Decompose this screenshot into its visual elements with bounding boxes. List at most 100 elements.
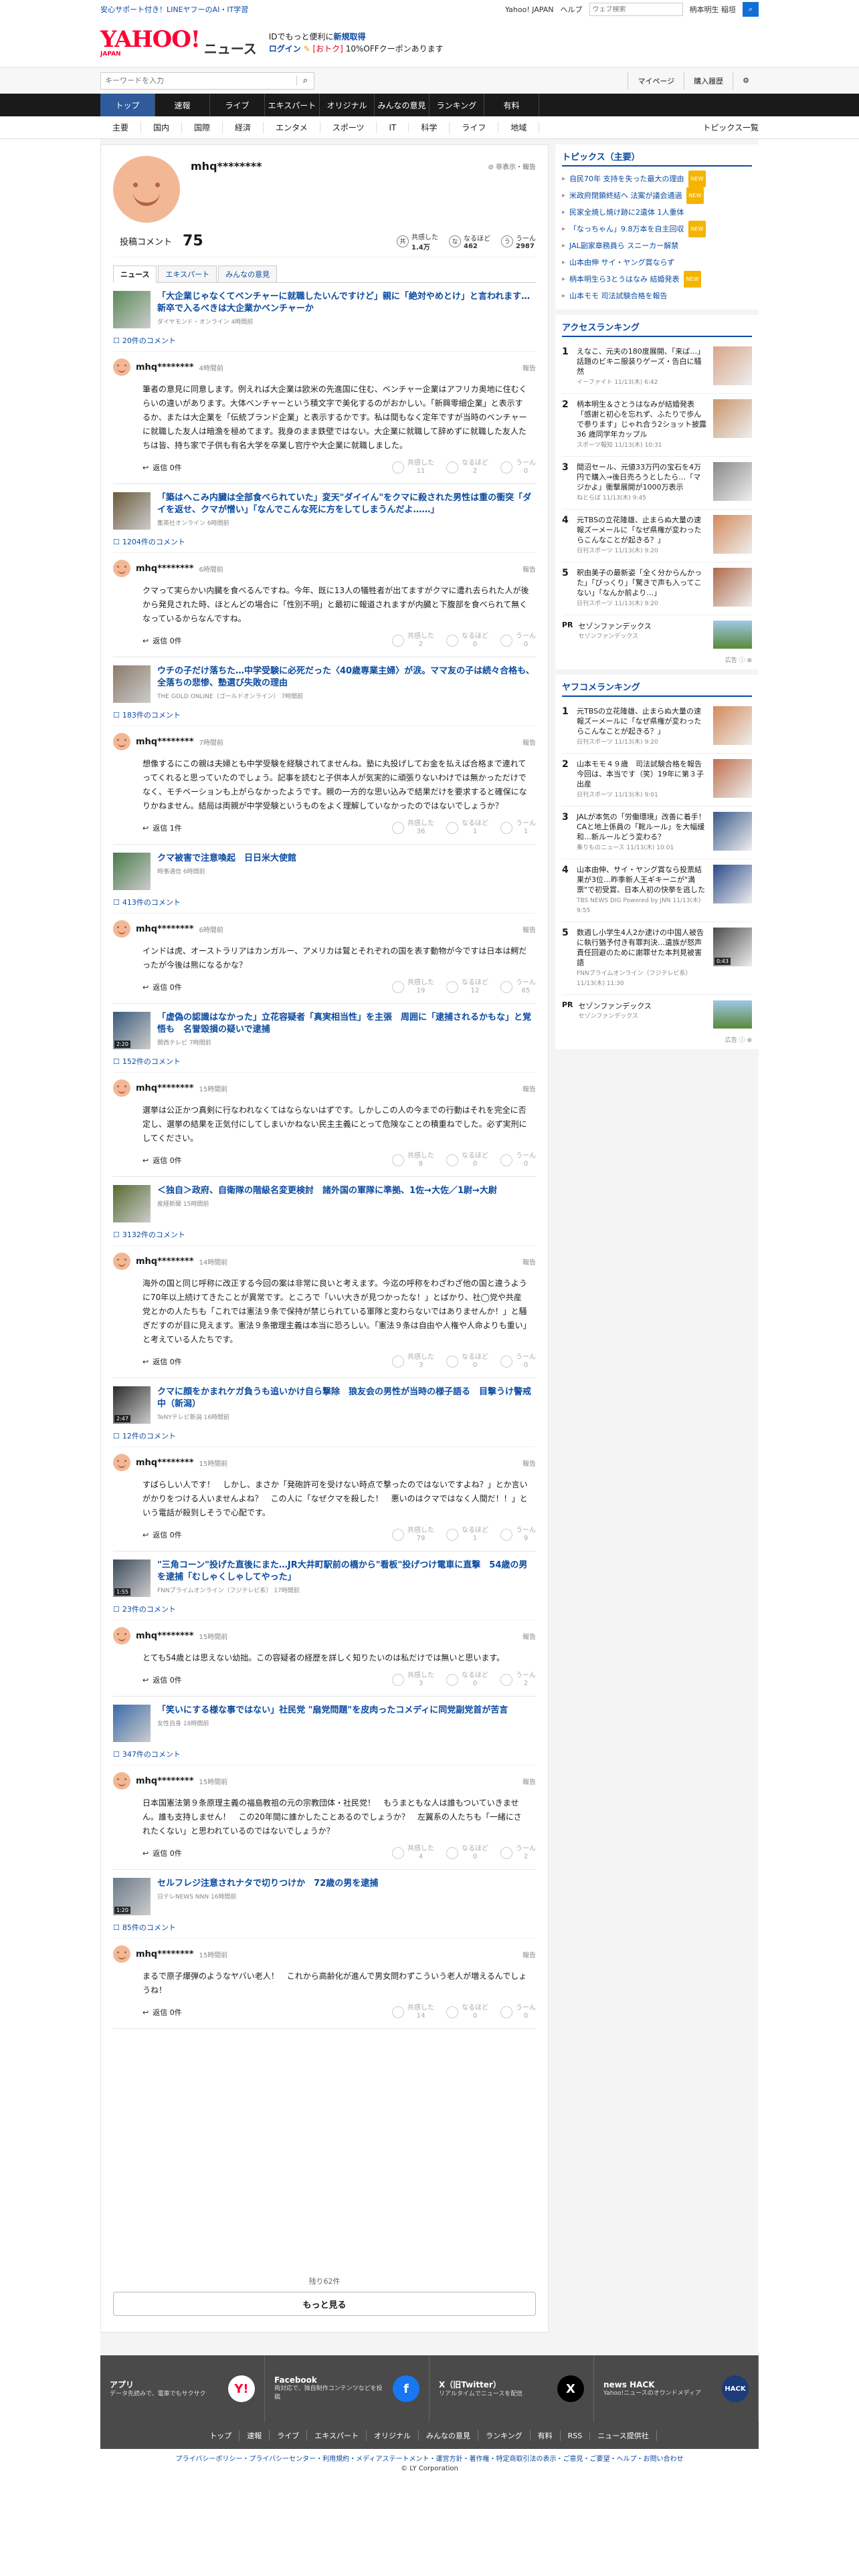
subnav-item[interactable]: 主要 xyxy=(100,122,142,133)
yahoo-japan-link[interactable]: Yahoo! JAPAN xyxy=(505,5,554,14)
article-row[interactable]: クマ被害で注意喚起 日日米大使館 時事通信 6時間前 xyxy=(113,845,536,895)
topic-link[interactable]: 「なっちゃん」9.8万本を自主回収 NEW xyxy=(562,221,752,237)
ranking-item[interactable]: 3 JALが本気の「労働環境」改善に着手！ CAと地上係員の「靴ルール」を大幅緩和… xyxy=(562,807,752,859)
article-row[interactable]: 1:20 セルフレジ注意されナタで切りつけか 72歳の男を逮捕 日テレNEWS NN… xyxy=(113,1870,536,1921)
ranking-item[interactable]: 4 山本由伸、サイ・ヤング賞なら投票結果が3位…昨季新人王ギキーニが"満票"で初受… xyxy=(562,859,752,922)
footer-nav-item[interactable]: みんなの意見 xyxy=(419,2430,478,2441)
promo-link[interactable]: 安心サポート付き！LINEヤフーのAI・IT学習 xyxy=(100,4,248,15)
report-link[interactable]: 報告 xyxy=(522,362,536,372)
ranking-item[interactable]: 5 数週し小学生4人2か逮けの中国人被告に執行猶予付き有罪判決…遺族が怒声 責任回… xyxy=(562,922,752,995)
footer-app-3[interactable]: news HACK Yahoo!ニュースのオウンドメディア HACK xyxy=(594,2355,759,2422)
subnav-item[interactable]: 国内 xyxy=(141,122,183,133)
subnav-item[interactable]: IT xyxy=(377,122,409,132)
comment-count-link[interactable]: ☐ 183件のコメント xyxy=(113,708,536,726)
footer-nav-item[interactable]: 有料 xyxy=(531,2430,561,2441)
access-ranking-heading[interactable]: アクセスランキング xyxy=(562,320,752,337)
empathy-reaction-button[interactable]: 共感した 4 xyxy=(392,1845,434,1861)
comment-user[interactable]: mhq******** xyxy=(136,1949,194,1959)
empathy-reaction-button[interactable]: 共感した 8 xyxy=(392,1152,434,1168)
empathy-reaction-button[interactable]: 共感した 14 xyxy=(392,2004,434,2020)
uun-reaction-button[interactable]: うーん 0 xyxy=(500,633,536,649)
empathy-reaction-button[interactable]: 共感した 79 xyxy=(392,1527,434,1543)
hide-report-link[interactable]: ⊘ 非表示・報告 xyxy=(488,161,536,171)
article-title[interactable]: 「笑いにする様な事ではない」社民党 "扇党問題"を皮肉ったコメディに同党副党首が… xyxy=(157,1705,508,1717)
ranking-item[interactable]: 4 元TBSの立花隆雄、止まらぬ大量の速報ズーメールに「なぜ県権が変わったらこんな… xyxy=(562,510,752,562)
topic-link[interactable]: 柄本明生ら3とうはなみ 結婚発表NEW xyxy=(562,271,752,288)
article-title[interactable]: セルフレジ注意されナタで切りつけか 72歳の男を逮捕 xyxy=(157,1878,378,1890)
report-link[interactable]: 報告 xyxy=(522,1631,536,1641)
reply-button[interactable]: ↩ 返信 0件 xyxy=(142,1675,182,1685)
footer-nav-item[interactable]: ランキング xyxy=(478,2430,531,2441)
uun-reaction-button[interactable]: うーん 0 xyxy=(500,2004,536,2020)
uun-reaction-button[interactable]: うーん 1 xyxy=(500,820,536,836)
ranking-item[interactable]: 1 えなこ、元夫の180度展開、「来ば…」話題のビキニ服装りゲーズ・告白に騒然 イー… xyxy=(562,341,752,394)
search-icon[interactable]: ⌕ xyxy=(743,2,759,17)
footer-nav-item[interactable]: ライブ xyxy=(270,2430,308,2441)
ranking-item[interactable]: 1 元TBSの立花隆雄、止まらぬ大量の速報ズーメールに「なぜ県権が変わったらこんな… xyxy=(562,701,752,754)
empathy-reaction-button[interactable]: 共感した 3 xyxy=(392,1672,434,1688)
load-more-button[interactable]: もっと見る xyxy=(113,2292,536,2316)
ranking-item[interactable]: 3 間沼セール、元値33万円の宝石を4万円で購入→後日売ろうとしたら…「マジかよ」… xyxy=(562,457,752,510)
subnav-item[interactable]: 科学 xyxy=(409,122,450,133)
article-row[interactable]: 1:55 "三角コーン"投げた直後にまた…JR大井町駅前の橋から"看板"投げつけ電… xyxy=(113,1551,536,1602)
article-row[interactable]: 2:20 「虚偽の認識はなかった」立花容疑者「真実相当性」を主張 周囲に「逮捕され… xyxy=(113,1004,536,1055)
coupon-text[interactable]: 10%OFFクーポンあります xyxy=(346,44,444,53)
keyword-input[interactable] xyxy=(101,76,296,85)
signup-link[interactable]: 新規取得 xyxy=(334,32,366,41)
topic-link[interactable]: 米政府閉鎖終結へ 法案が議会通過 NEW xyxy=(562,187,752,204)
footer-nav-item[interactable]: エキスパート xyxy=(307,2430,367,2441)
nav-top[interactable]: トップ xyxy=(100,94,155,116)
article-title[interactable]: "三角コーン"投げた直後にまた…JR大井町駅前の橋から"看板"投げつけ電車に直撃… xyxy=(157,1560,536,1584)
nav-expert[interactable]: エキスパート xyxy=(265,94,320,116)
nav-ranking[interactable]: ランキング xyxy=(430,94,484,116)
footer-app-1[interactable]: Facebook 両対応で、独自制作コンテンツなどを投稿 f xyxy=(265,2355,430,2422)
reply-button[interactable]: ↩ 返信 0件 xyxy=(142,1356,182,1367)
uun-reaction-button[interactable]: うーん 9 xyxy=(500,1527,536,1543)
report-link[interactable]: 報告 xyxy=(522,924,536,934)
comment-user[interactable]: mhq******** xyxy=(136,362,194,372)
report-link[interactable]: 報告 xyxy=(522,1949,536,1959)
uun-reaction-button[interactable]: うーん 0 xyxy=(500,1354,536,1370)
topic-link[interactable]: 山本由伸 サイ・ヤング賞ならず xyxy=(562,254,752,271)
purchase-history-button[interactable]: 購入履歴 xyxy=(684,72,733,90)
comment-count-link[interactable]: ☐ 347件のコメント xyxy=(113,1747,536,1765)
article-title[interactable]: 「虚偽の認識はなかった」立花容疑者「真実相当性」を主張 周囲に「逮捕されるかもな… xyxy=(157,1012,536,1036)
uun-reaction-button[interactable]: うーん 2 xyxy=(500,1672,536,1688)
comment-count-link[interactable]: ☐ 413件のコメント xyxy=(113,895,536,913)
ranking-item[interactable]: 2 柄本明生＆さとうはなみが結婚発表「感謝と初心を忘れず、ふたりで歩んで参ります」… xyxy=(562,394,752,457)
report-link[interactable]: 報告 xyxy=(522,564,536,574)
comment-user[interactable]: mhq******** xyxy=(136,1776,194,1786)
search-icon[interactable]: ⌕ xyxy=(296,76,314,86)
reply-button[interactable]: ↩ 返信 0件 xyxy=(142,1529,182,1540)
nav-opinion[interactable]: みんなの意見 xyxy=(375,94,430,116)
pr-item[interactable]: PR セゾンファンデックス セゾンファンデックス xyxy=(562,615,752,655)
comment-count-link[interactable]: ☐ 1204件のコメント xyxy=(113,535,536,552)
reply-button[interactable]: ↩ 返信 0件 xyxy=(142,1155,182,1166)
reply-button[interactable]: ↩ 返信 0件 xyxy=(142,2007,182,2018)
topic-link[interactable]: 自民70年 支持を失った最大の理由 NEW xyxy=(562,171,752,187)
report-link[interactable]: 報告 xyxy=(522,1083,536,1093)
article-row[interactable]: 「笑いにする様な事ではない」社民党 "扇党問題"を皮肉ったコメディに同党副党首が… xyxy=(113,1697,536,1747)
empathy-reaction-button[interactable]: 共感した 19 xyxy=(392,979,434,995)
web-search-input[interactable] xyxy=(589,5,654,13)
subnav-item[interactable]: エンタメ xyxy=(264,122,320,133)
naruhodo-reaction-button[interactable]: なるほど 0 xyxy=(446,1354,488,1370)
footer-app-2[interactable]: X（旧Twitter） リアルタイムでニュースを配信 X xyxy=(430,2355,594,2422)
ranking-item[interactable]: 2 山本モモ４９歳 司法試験合格を報告 今回は、本当です（笑）19年に第３子出産日… xyxy=(562,754,752,807)
comment-count-link[interactable]: ☐ 12件のコメント xyxy=(113,1429,536,1446)
subnav-item[interactable]: 経済 xyxy=(223,122,264,133)
reply-button[interactable]: ↩ 返信 1件 xyxy=(142,823,182,833)
article-title[interactable]: 「築はへこみ内臓は全部食べられていた」変天"ダイイん"をクマに殺された男性は重の… xyxy=(157,492,536,516)
comment-user[interactable]: mhq******** xyxy=(136,1631,194,1641)
comment-user[interactable]: mhq******** xyxy=(136,1257,194,1267)
reply-button[interactable]: ↩ 返信 0件 xyxy=(142,982,182,992)
tab-expert[interactable]: エキスパート xyxy=(158,265,217,282)
article-title[interactable]: クマ被害で注意喚起 日日米大使館 xyxy=(157,853,296,865)
help-link[interactable]: ヘルプ xyxy=(561,4,583,15)
comment-count-link[interactable]: ☐ 20件のコメント xyxy=(113,334,536,351)
article-title[interactable]: 「大企業じゃなくてベンチャーに就職したいんですけど」親に「絶対やめとけ」と言われ… xyxy=(157,291,539,315)
topic-link[interactable]: JAL副家章務員ら スニーカー解禁 xyxy=(562,237,752,254)
article-row[interactable]: ウチの子だけ落ちた…中学受験に必死だった〈40歳専業主婦〉が涙。ママ友の子は続々… xyxy=(113,657,536,708)
empathy-reaction-button[interactable]: 共感した 2 xyxy=(392,633,434,649)
comment-count-link[interactable]: ☐ 152件のコメント xyxy=(113,1055,536,1072)
